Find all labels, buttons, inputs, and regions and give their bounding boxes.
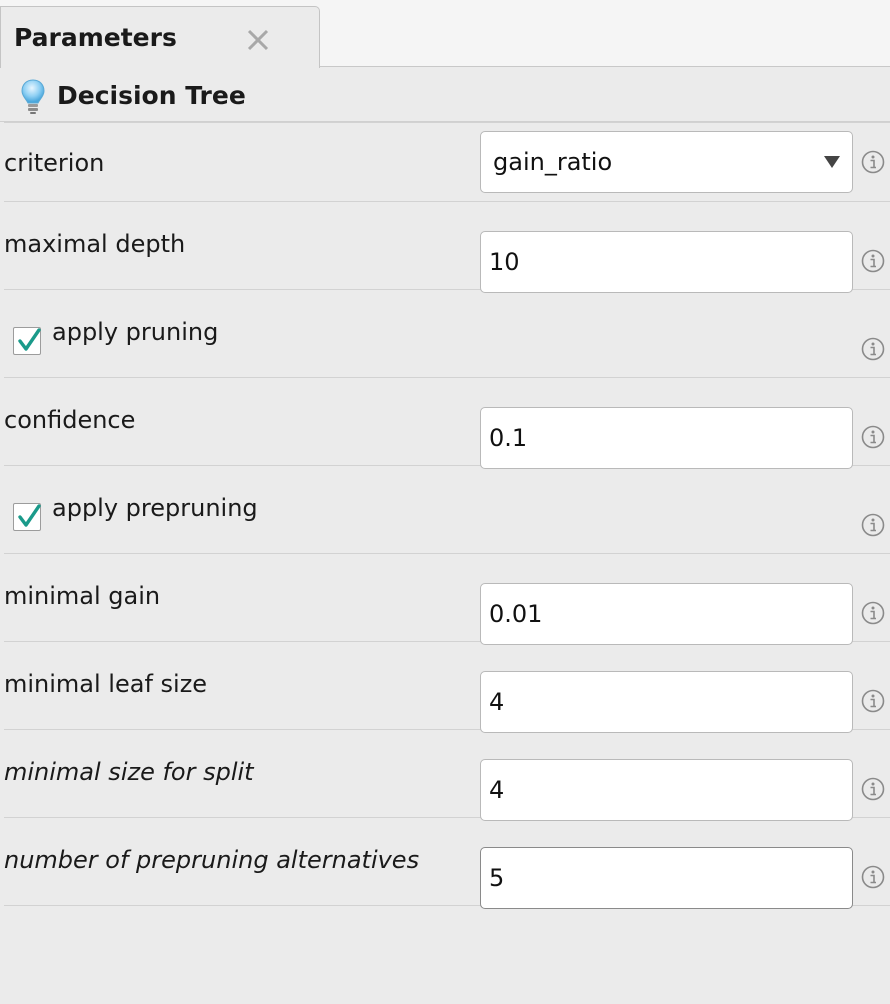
param-row-maximal-depth: maximal depth <box>4 202 890 293</box>
param-row-apply-prepruning: apply prepruning <box>4 466 890 554</box>
info-icon[interactable] <box>861 601 885 625</box>
param-label-confidence: confidence <box>4 406 136 434</box>
param-label-maximal-depth: maximal depth <box>4 230 186 258</box>
param-row-minimal-leaf-size: minimal leaf size <box>4 642 890 733</box>
info-icon[interactable] <box>861 425 885 449</box>
maximal-depth-input[interactable] <box>480 231 853 293</box>
tab-label: Parameters <box>14 23 177 52</box>
criterion-selected-value: gain_ratio <box>493 148 613 176</box>
info-icon[interactable] <box>861 337 885 361</box>
close-icon[interactable] <box>243 25 273 55</box>
operator-title: Decision Tree <box>57 81 246 110</box>
criterion-select[interactable]: gain_ratio <box>480 131 853 193</box>
minimal-size-for-split-input[interactable] <box>480 759 853 821</box>
minimal-gain-input[interactable] <box>480 583 853 645</box>
info-icon[interactable] <box>861 249 885 273</box>
param-row-apply-pruning: apply pruning <box>4 290 890 378</box>
info-icon[interactable] <box>861 513 885 537</box>
param-label-criterion: criterion <box>4 149 105 177</box>
check-icon <box>18 328 41 351</box>
tab-parameters[interactable]: Parameters <box>0 6 320 68</box>
param-label-minimal-leaf-size: minimal leaf size <box>4 670 208 698</box>
apply-prepruning-checkbox[interactable] <box>13 503 41 531</box>
param-row-minimal-gain: minimal gain <box>4 554 890 645</box>
check-icon <box>18 504 41 527</box>
confidence-input[interactable] <box>480 407 853 469</box>
param-label-number-of-prepruning-alternatives: number of prepruning alternatives <box>4 846 420 874</box>
minimal-leaf-size-input[interactable] <box>480 671 853 733</box>
info-icon[interactable] <box>861 865 885 889</box>
param-label-apply-pruning[interactable]: apply pruning <box>52 318 218 346</box>
param-row-minimal-size-for-split: minimal size for split <box>4 730 890 821</box>
param-row-confidence: confidence <box>4 378 890 469</box>
param-row-number-of-prepruning-alternatives: number of prepruning alternatives <box>4 818 890 909</box>
param-label-minimal-size-for-split: minimal size for split <box>4 758 254 786</box>
tab-strip: Parameters <box>0 0 890 68</box>
info-icon[interactable] <box>861 150 885 174</box>
param-label-minimal-gain: minimal gain <box>4 582 161 610</box>
param-label-apply-prepruning[interactable]: apply prepruning <box>52 494 258 522</box>
operator-header: Decision Tree <box>0 68 890 122</box>
chevron-down-icon[interactable] <box>824 156 840 168</box>
parameters-panel: Parameters Decision Tree criterion gain_… <box>0 0 890 1004</box>
lightbulb-icon <box>21 79 45 115</box>
apply-pruning-checkbox[interactable] <box>13 327 41 355</box>
param-row-criterion: criterion gain_ratio <box>4 122 890 202</box>
number-of-prepruning-alternatives-input[interactable] <box>480 847 853 909</box>
info-icon[interactable] <box>861 777 885 801</box>
info-icon[interactable] <box>861 689 885 713</box>
